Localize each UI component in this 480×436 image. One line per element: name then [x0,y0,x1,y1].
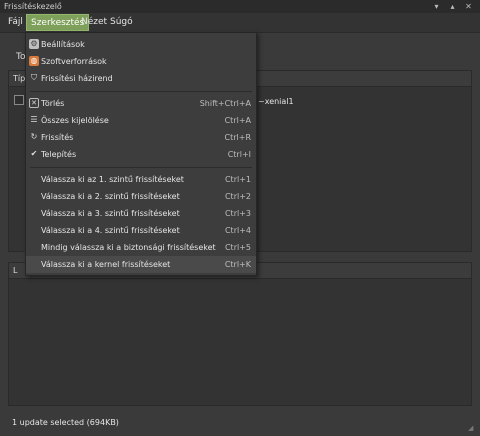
menu-file[interactable]: Fájl [4,14,27,31]
menu-item-select-level-3[interactable]: Válassza ki a 3. szintű frissítéseket Ct… [26,205,256,222]
menu-item-select-level-4[interactable]: Válassza ki a 4. szintű frissítéseket Ct… [26,222,256,239]
menu-help[interactable]: Súgó [106,14,137,31]
software-sources-icon: ◍ [29,56,39,66]
menu-item-select-level-2[interactable]: Válassza ki a 2. szintű frissítéseket Ct… [26,188,256,205]
minimize-icon[interactable]: ▾ [431,1,442,12]
menu-item-refresh[interactable]: ↻ Frissítés Ctrl+R [26,129,256,146]
resize-grip-icon[interactable]: ◢ [468,424,476,432]
menu-separator [30,91,252,92]
menu-separator [30,167,252,168]
menu-item-select-level-1[interactable]: Válassza ki az 1. szintű frissítéseket C… [26,171,256,188]
menu-item-select-kernel[interactable]: Válassza ki a kernel frissítéseket Ctrl+… [26,256,256,273]
close-icon[interactable]: ✕ [463,1,474,12]
description-tab-label[interactable]: L [13,266,17,275]
install-icon: ✔ [30,149,38,158]
maximize-icon[interactable]: ▴ [447,1,458,12]
select-all-icon: ☰ [30,115,38,124]
menu-item-preferences[interactable]: ⚙ Beállítások [26,36,256,53]
window-title: Frissítéskezelő [4,2,62,11]
menu-item-install[interactable]: ✔ Telepítés Ctrl+I [26,146,256,163]
title-bar: Frissítéskezelő ▾ ▴ ✕ [0,0,480,13]
menu-item-update-policy[interactable]: ⛉ Frissítési házirend [26,70,256,87]
refresh-icon: ↻ [30,132,38,141]
column-header-type[interactable]: Típ [13,74,25,83]
status-text: 1 update selected (694KB) [12,418,119,427]
shield-icon: ⛉ [31,73,37,82]
edit-menu-dropdown: ⚙ Beállítások ◍ Szoftverforrások ⛉ Friss… [25,32,257,276]
description-panel: L [8,262,472,406]
settings-icon: ⚙ [29,39,39,49]
update-checkbox[interactable] [14,95,24,105]
update-version-text: ~xenial1 [258,97,294,106]
menu-item-always-select-security[interactable]: Mindig válassza ki a biztonsági frissíté… [26,239,256,256]
clear-icon: ✕ [29,98,39,108]
menu-item-clear[interactable]: ✕ Törlés Shift+Ctrl+A [26,95,256,112]
menu-item-select-all[interactable]: ☰ Összes kijelölése Ctrl+A [26,112,256,129]
menu-item-software-sources[interactable]: ◍ Szoftverforrások [26,53,256,70]
menu-bar: Fájl Szerkesztés Nézet Súgó [0,13,480,33]
